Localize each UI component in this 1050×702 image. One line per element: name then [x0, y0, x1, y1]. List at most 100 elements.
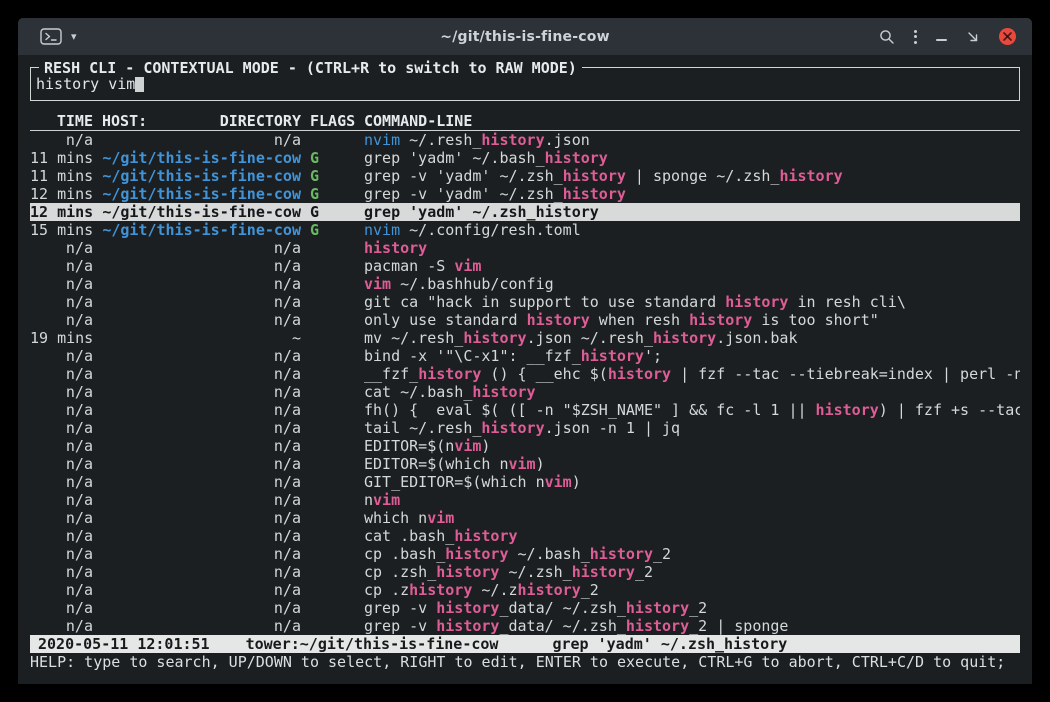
command-cell: cp .zsh_history ~/.zsh_history_2 — [364, 563, 1020, 581]
directory-cell: ~/git/this-is-fine-cow — [102, 167, 301, 185]
history-row[interactable]: n/an/abind -x '"\C-x1": __fzf_history'; — [30, 347, 1020, 365]
time-cell: n/a — [30, 347, 93, 365]
command-cell: nvim ~/.resh_history.json — [364, 131, 1020, 149]
restore-button[interactable] — [966, 30, 980, 44]
flags-cell — [310, 437, 355, 455]
flags-cell — [310, 347, 355, 365]
history-row[interactable]: n/a n/a nvim — [30, 491, 1020, 509]
command-cell: only use standard history when resh hist… — [364, 311, 1020, 329]
history-row[interactable]: n/an/apacman -S vim — [30, 257, 1020, 275]
history-row[interactable]: n/a n/a cp .zsh_history ~/.zsh_history_2 — [30, 563, 1020, 581]
flags-cell — [310, 491, 355, 509]
command-cell: grep 'yadm' ~/.zsh_history — [364, 203, 1020, 221]
directory-cell: n/a — [102, 617, 301, 635]
help-line: HELP: type to search, UP/DOWN to select,… — [30, 653, 1020, 671]
directory-cell: n/a — [102, 257, 301, 275]
flags-cell — [310, 455, 355, 473]
history-row[interactable]: n/a n/a cat .bash_history — [30, 527, 1020, 545]
history-row[interactable]: 12 mins~/git/this-is-fine-cowGgrep -v 'y… — [30, 185, 1020, 203]
history-row[interactable]: n/an/acat ~/.bash_history — [30, 383, 1020, 401]
directory-cell: n/a — [102, 437, 301, 455]
command-cell: grep -v 'yadm' ~/.zsh_history — [364, 185, 1020, 203]
history-row[interactable]: n/an/ahistory — [30, 239, 1020, 257]
minimize-button[interactable] — [936, 33, 947, 41]
command-cell: grep -v history_data/ ~/.zsh_history_2 — [364, 599, 1020, 617]
mode-title: RESH CLI - CONTEXTUAL MODE - (CTRL+R to … — [39, 59, 582, 77]
history-row[interactable]: 15 mins~/git/this-is-fine-cowGnvim ~/.co… — [30, 221, 1020, 239]
history-row[interactable]: 19 mins~mv ~/.resh_history.json ~/.resh_… — [30, 329, 1020, 347]
flags-cell: G — [310, 149, 355, 167]
history-row[interactable]: n/an/awhich nvim — [30, 509, 1020, 527]
directory-cell: n/a — [102, 473, 301, 491]
history-row[interactable]: n/an/a__fzf_history () { __ehc $(history… — [30, 365, 1020, 383]
history-row[interactable]: n/an/anvim ~/.resh_history.json — [30, 131, 1020, 149]
time-cell: n/a — [30, 527, 93, 545]
command-cell: grep 'yadm' ~/.bash_history — [364, 149, 1020, 167]
flags-cell: G — [310, 221, 355, 239]
history-row[interactable]: n/an/atail ~/.resh_history.json -n 1 | j… — [30, 419, 1020, 437]
directory-cell: ~ — [102, 329, 301, 347]
history-row[interactable]: n/a n/a GIT_EDITOR=$(which nvim) — [30, 473, 1020, 491]
history-row[interactable]: n/an/acp .bash_history ~/.bash_history_2 — [30, 545, 1020, 563]
history-row[interactable]: n/an/aEDITOR=$(nvim) — [30, 437, 1020, 455]
flags-cell — [310, 131, 355, 149]
search-input[interactable]: history vim — [36, 75, 1014, 93]
command-cell: cat .bash_history — [364, 527, 1020, 545]
command-cell: fh() { eval $( ([ -n "$ZSH_NAME" ] && fc… — [364, 401, 1020, 419]
status-bar: 2020-05-11 12:01:51 tower:~/git/this-is-… — [30, 635, 1020, 653]
history-row[interactable]: n/an/agrep -v history_data/ ~/.zsh_histo… — [30, 599, 1020, 617]
history-list: n/an/anvim ~/.resh_history.json11 mins~/… — [30, 131, 1020, 635]
time-cell: n/a — [30, 473, 93, 491]
time-cell: n/a — [30, 491, 93, 509]
time-cell: n/a — [30, 383, 93, 401]
dropdown-caret-icon[interactable]: ▾ — [71, 31, 77, 42]
history-row[interactable]: n/an/aEDITOR=$(which nvim) — [30, 455, 1020, 473]
time-cell: n/a — [30, 419, 93, 437]
history-row[interactable]: n/an/acp .zhistory ~/.zhistory_2 — [30, 581, 1020, 599]
history-row[interactable]: n/an/agrep -v history_data/ ~/.zsh_histo… — [30, 617, 1020, 635]
time-cell: n/a — [30, 545, 93, 563]
history-row[interactable]: n/an/aonly use standard history when res… — [30, 311, 1020, 329]
history-row[interactable]: n/an/afh() { eval $( ([ -n "$ZSH_NAME" ]… — [30, 401, 1020, 419]
command-cell: cp .bash_history ~/.bash_history_2 — [364, 545, 1020, 563]
directory-cell: ~/git/this-is-fine-cow — [102, 185, 301, 203]
new-tab-button[interactable] — [40, 28, 62, 45]
history-row[interactable]: 12 mins~/git/this-is-fine-cowGgrep 'yadm… — [30, 203, 1020, 221]
command-cell: nvim ~/.config/resh.toml — [364, 221, 1020, 239]
command-cell: vim ~/.bashhub/config — [364, 275, 1020, 293]
history-row[interactable]: 11 mins~/git/this-is-fine-cowGgrep -v 'y… — [30, 167, 1020, 185]
search-frame: RESH CLI - CONTEXTUAL MODE - (CTRL+R to … — [30, 67, 1020, 101]
search-icon — [879, 29, 895, 45]
command-cell: EDITOR=$(which nvim) — [364, 455, 1020, 473]
time-cell: n/a — [30, 239, 93, 257]
time-cell: 11 mins — [30, 167, 93, 185]
flags-cell — [310, 617, 355, 635]
history-row[interactable]: 11 mins~/git/this-is-fine-cowGgrep 'yadm… — [30, 149, 1020, 167]
directory-cell: n/a — [102, 383, 301, 401]
directory-cell: n/a — [102, 563, 301, 581]
search-button[interactable] — [879, 29, 895, 45]
directory-cell: n/a — [102, 401, 301, 419]
history-row[interactable]: n/an/agit ca "hack in support to use sta… — [30, 293, 1020, 311]
directory-cell: n/a — [102, 527, 301, 545]
flags-cell — [310, 239, 355, 257]
time-cell: n/a — [30, 581, 93, 599]
menu-kebab-icon[interactable] — [914, 30, 917, 44]
directory-cell: n/a — [102, 509, 301, 527]
time-cell: 11 mins — [30, 149, 93, 167]
time-cell: n/a — [30, 311, 93, 329]
command-cell: cp .zhistory ~/.zhistory_2 — [364, 581, 1020, 599]
command-cell: __fzf_history () { __ehc $(history | fzf… — [364, 365, 1020, 383]
directory-cell: n/a — [102, 239, 301, 257]
command-cell: tail ~/.resh_history.json -n 1 | jq — [364, 419, 1020, 437]
command-cell: GIT_EDITOR=$(which nvim) — [364, 473, 1020, 491]
close-button[interactable] — [999, 28, 1016, 45]
directory-cell: n/a — [102, 491, 301, 509]
time-cell: n/a — [30, 563, 93, 581]
flags-cell — [310, 365, 355, 383]
command-cell: git ca "hack in support to use standard … — [364, 293, 1020, 311]
status-command: grep 'yadm' ~/.zsh_history — [552, 635, 787, 653]
flags-cell — [310, 545, 355, 563]
command-cell: nvim — [364, 491, 1020, 509]
history-row[interactable]: n/an/avim ~/.bashhub/config — [30, 275, 1020, 293]
